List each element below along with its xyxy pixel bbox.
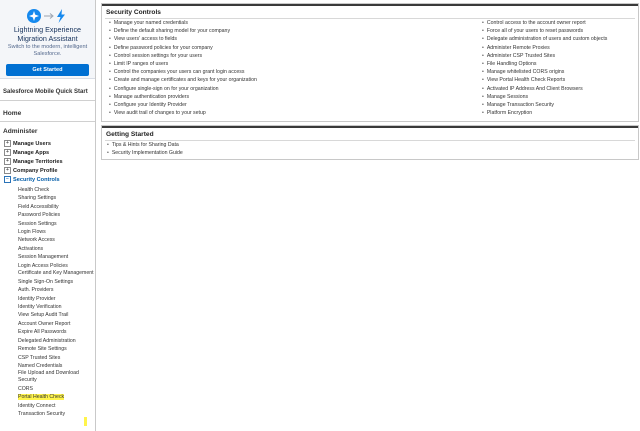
getting-started-panel: Getting Started Tips & Hints for Sharing…: [101, 125, 639, 160]
list-item[interactable]: Control access to the account owner repo…: [482, 19, 607, 27]
list-item[interactable]: Manage Transaction Security: [482, 101, 607, 109]
subnav-delegated-administration[interactable]: Delegated Administration: [18, 337, 94, 345]
list-item[interactable]: Administer Remote Proxies: [482, 44, 607, 52]
subnav-account-owner-report[interactable]: Account Owner Report: [18, 320, 94, 328]
highlighted-label: Portal Health Check: [18, 394, 65, 401]
administer-heading: Administer: [3, 128, 38, 135]
subnav-network-access[interactable]: Network Access: [18, 236, 94, 244]
list-item[interactable]: View audit trail of changes to your setu…: [109, 109, 257, 117]
list-item[interactable]: Delegate administration of users and cus…: [482, 35, 608, 43]
subnav-session-settings[interactable]: Session Settings: [18, 220, 94, 228]
get-started-button[interactable]: Get Started: [6, 64, 89, 76]
subnav-identity-verification[interactable]: Identity Verification: [18, 303, 94, 311]
list-item[interactable]: Manage Sessions: [482, 93, 607, 101]
nav-company-profile[interactable]: + Company Profile: [4, 167, 57, 175]
list-item[interactable]: Manage whitelisted CORS origins: [482, 68, 607, 76]
subnav-field-accessibility[interactable]: Field Accessibility: [18, 203, 94, 211]
nav-manage-territories[interactable]: + Manage Territories: [4, 158, 63, 166]
list-item[interactable]: Activated IP Address And Client Browsers: [482, 85, 607, 93]
list-item[interactable]: Configure your Identity Provider: [109, 101, 257, 109]
expand-icon[interactable]: +: [4, 167, 11, 175]
subnav-identity-provider[interactable]: Identity Provider: [18, 295, 94, 303]
list-item[interactable]: Create and manage certificates and keys …: [109, 76, 257, 84]
list-item[interactable]: Control session settings for your users: [109, 52, 257, 60]
nav-manage-users[interactable]: + Manage Users: [4, 140, 51, 148]
lightning-bolt-icon: [57, 9, 65, 23]
subnav-certificate-key-management[interactable]: Certificate and Key Management: [18, 270, 94, 277]
list-item[interactable]: Platform Encryption: [482, 109, 607, 117]
subnav-session-management[interactable]: Session Management: [18, 253, 94, 261]
expand-icon[interactable]: +: [4, 149, 11, 157]
subnav-login-flows[interactable]: Login Flows: [18, 228, 94, 236]
promo-subtitle: Switch to the modern, intelligent Salesf…: [7, 44, 88, 57]
list-item[interactable]: Tips & Hints for Sharing Data: [107, 141, 183, 149]
subnav-activations[interactable]: Activations: [18, 245, 94, 253]
list-item[interactable]: Define password policies for your compan…: [109, 44, 257, 52]
collapse-icon[interactable]: −: [4, 176, 11, 184]
list-item[interactable]: Limit IP ranges of users: [109, 60, 257, 68]
lightning-migration-promo: Lightning Experience Migration Assistant…: [0, 0, 95, 79]
subnav-csp-trusted-sites[interactable]: CSP Trusted Sites: [18, 354, 94, 362]
list-item[interactable]: Security Implementation Guide: [107, 149, 183, 157]
setup-sidebar: Lightning Experience Migration Assistant…: [0, 0, 96, 431]
list-item[interactable]: Force all of your users to reset passwor…: [482, 27, 607, 35]
nav-security-controls[interactable]: − Security Controls: [4, 176, 60, 184]
subnav-expire-all-passwords[interactable]: Expire All Passwords: [18, 328, 94, 336]
panel-title: Getting Started: [106, 131, 154, 138]
divider: [0, 121, 95, 122]
right-link-column: Control access to the account owner repo…: [482, 19, 608, 117]
subnav-cors[interactable]: CORS: [18, 385, 94, 393]
left-link-column: Manage your named credentials Define the…: [109, 19, 257, 117]
highlight-mark: [84, 417, 87, 426]
divider: [105, 140, 635, 141]
subnav-named-credentials[interactable]: Named Credentials: [18, 362, 94, 370]
subnav-login-access-policies[interactable]: Login Access Policies: [18, 262, 94, 270]
list-item[interactable]: View Portal Health Check Reports: [482, 76, 607, 84]
list-item[interactable]: Manage authentication providers: [109, 93, 257, 101]
subnav-file-upload-download-security[interactable]: File Upload and Download Security: [18, 370, 94, 384]
security-controls-panel: Security Controls Manage your named cred…: [101, 3, 639, 122]
subnav-health-check[interactable]: Health Check: [18, 186, 94, 194]
list-item[interactable]: File Handling Options: [482, 60, 607, 68]
list-item[interactable]: Control the companies your users can gra…: [109, 68, 257, 76]
subnav-sharing-settings[interactable]: Sharing Settings: [18, 194, 94, 202]
list-item[interactable]: Configure single-sign on for your organi…: [109, 85, 257, 93]
subnav-password-policies[interactable]: Password Policies: [18, 211, 94, 219]
list-item[interactable]: Administer CSP Trusted Sites: [482, 52, 607, 60]
security-controls-subnav: Health Check Sharing Settings Field Acce…: [18, 186, 94, 419]
subnav-auth-providers[interactable]: Auth. Providers: [18, 286, 94, 294]
getting-started-list: Tips & Hints for Sharing Data Security I…: [107, 141, 183, 157]
subnav-portal-health-check[interactable]: Portal Health Check: [18, 393, 94, 401]
subnav-transaction-security[interactable]: Transaction Security: [18, 410, 94, 418]
arrow-right-icon: [44, 13, 54, 19]
nav-manage-apps[interactable]: + Manage Apps: [4, 149, 49, 157]
expand-icon[interactable]: +: [4, 158, 11, 166]
list-item[interactable]: Define the default sharing model for you…: [109, 27, 257, 35]
subnav-setup-audit-trail[interactable]: View Setup Audit Trail: [18, 311, 94, 319]
home-link[interactable]: Home: [3, 110, 21, 117]
migration-icons: [27, 9, 65, 23]
mobile-quick-start-link[interactable]: Salesforce Mobile Quick Start: [3, 89, 88, 95]
promo-title: Lightning Experience Migration Assistant: [13, 25, 82, 43]
subnav-identity-connect[interactable]: Identity Connect: [18, 402, 94, 410]
panel-title: Security Controls: [106, 9, 161, 16]
subnav-remote-site-settings[interactable]: Remote Site Settings: [18, 345, 94, 353]
divider: [0, 100, 95, 101]
cloud-icon: [27, 9, 41, 23]
expand-icon[interactable]: +: [4, 140, 11, 148]
list-item[interactable]: Manage your named credentials: [109, 19, 257, 27]
list-item[interactable]: View users' access to fields: [109, 35, 257, 43]
subnav-single-sign-on[interactable]: Single Sign-On Settings: [18, 278, 94, 286]
